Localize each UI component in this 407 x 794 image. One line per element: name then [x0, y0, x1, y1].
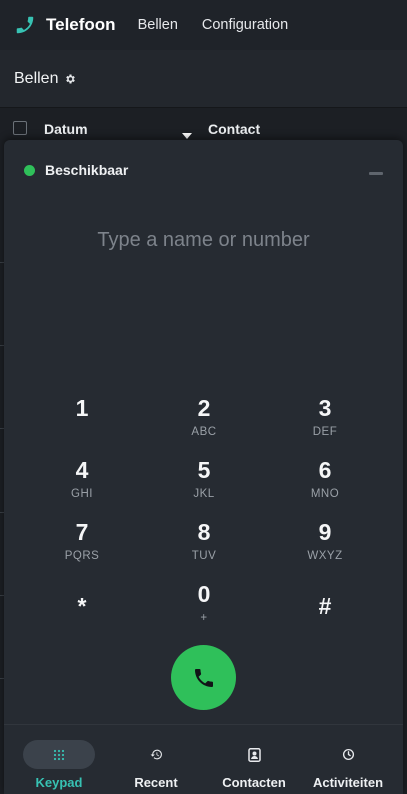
tab-bar-divider: [4, 724, 403, 725]
key-digit: 3: [318, 395, 332, 421]
key-letters: PQRS: [64, 550, 100, 562]
key-digit: 8: [197, 519, 211, 545]
key-digit: 5: [197, 457, 211, 483]
contact-book-icon: [218, 740, 290, 769]
clock-icon: [312, 740, 384, 769]
key-star[interactable]: *: [32, 592, 132, 650]
phone-app: Telefoon Bellen Configuration Bellen Dat…: [0, 0, 407, 794]
tab-contacten[interactable]: Contacten: [204, 740, 304, 790]
nav-item-bellen[interactable]: Bellen: [138, 17, 178, 33]
key-letters: TUV: [191, 550, 217, 562]
key-4[interactable]: 4 GHI: [32, 456, 132, 514]
tab-label: Contacten: [222, 775, 286, 790]
tab-keypad[interactable]: Keypad: [9, 740, 109, 790]
app-name[interactable]: Telefoon: [46, 15, 116, 35]
column-header-datum[interactable]: Datum: [44, 121, 88, 137]
key-3[interactable]: 3 DEF: [275, 394, 375, 452]
select-all-checkbox[interactable]: [13, 121, 27, 135]
key-8[interactable]: 8 TUV: [154, 518, 254, 576]
key-letters: WXYZ: [307, 550, 343, 562]
availability-status[interactable]: Beschikbaar: [24, 162, 128, 178]
tab-label: Activiteiten: [312, 775, 384, 790]
key-letters: DEF: [312, 426, 338, 438]
number-input[interactable]: [24, 220, 383, 260]
phone-icon: [194, 668, 213, 687]
key-letters: MNO: [310, 488, 340, 500]
phone-brand-icon[interactable]: [14, 12, 36, 38]
control-panel: Bellen: [0, 50, 407, 108]
key-6[interactable]: 6 MNO: [275, 456, 375, 514]
key-letters: GHI: [71, 488, 93, 500]
key-digit: 0: [197, 581, 211, 607]
key-1[interactable]: 1: [32, 394, 132, 452]
history-icon: [120, 740, 192, 769]
sort-down-icon[interactable]: [182, 127, 192, 139]
key-5[interactable]: 5 JKL: [154, 456, 254, 514]
key-digit: 9: [318, 519, 332, 545]
tab-recent[interactable]: Recent: [106, 740, 206, 790]
key-digit: #: [318, 593, 332, 619]
key-digit: 6: [318, 457, 332, 483]
key-0[interactable]: 0 +: [154, 580, 254, 638]
key-digit: 7: [75, 519, 89, 545]
status-dot: [24, 164, 35, 176]
call-button[interactable]: [171, 645, 236, 710]
keypad-icon: [23, 740, 95, 769]
key-letters: JKL: [193, 488, 215, 500]
tab-label: Recent: [134, 775, 178, 790]
key-digit: 1: [75, 395, 89, 421]
key-7[interactable]: 7 PQRS: [32, 518, 132, 576]
breadcrumb: Bellen: [14, 69, 59, 87]
key-letters: +: [200, 612, 208, 624]
key-digit: 2: [197, 395, 211, 421]
tab-activiteiten[interactable]: Activiteiten: [298, 740, 398, 790]
tab-label: Keypad: [35, 775, 83, 790]
key-digit: 4: [75, 457, 89, 483]
key-digit: *: [77, 593, 87, 619]
status-label: Beschikbaar: [45, 162, 129, 178]
key-hash[interactable]: #: [275, 592, 375, 650]
minimize-icon[interactable]: [369, 172, 383, 175]
top-navbar: Telefoon Bellen Configuration: [0, 0, 407, 50]
key-2[interactable]: 2 ABC: [154, 394, 254, 452]
gear-icon[interactable]: [64, 73, 76, 85]
key-letters: ABC: [191, 426, 217, 438]
column-header-contact[interactable]: Contact: [208, 121, 260, 137]
dialer-panel: Beschikbaar 1 2 ABC 3 DEF 4 GHI 5 JKL 6 …: [4, 140, 403, 794]
nav-item-configuration[interactable]: Configuration: [202, 17, 288, 33]
key-9[interactable]: 9 WXYZ: [275, 518, 375, 576]
